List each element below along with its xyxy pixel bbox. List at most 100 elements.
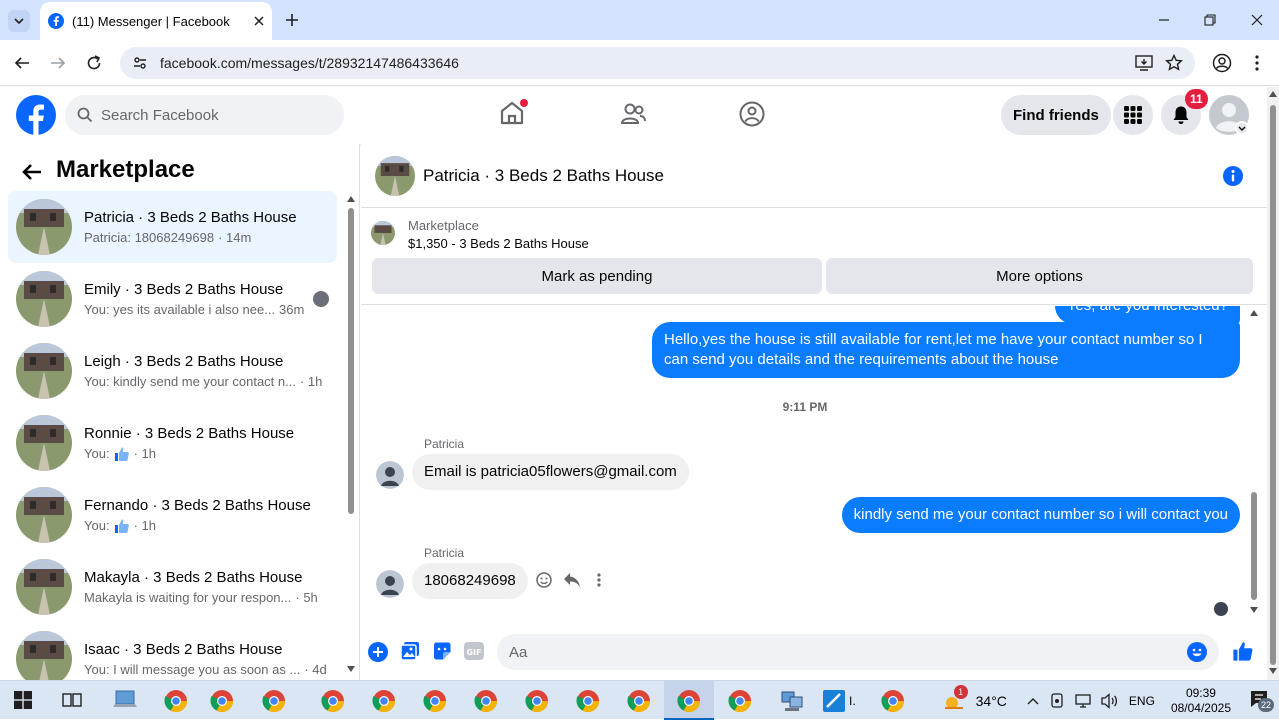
- chrome-taskbar-icon[interactable]: [262, 689, 286, 713]
- profile-icon[interactable]: [1212, 53, 1232, 73]
- chrome-taskbar-icon[interactable]: [627, 689, 651, 713]
- sidebar-scroll-thumb[interactable]: [348, 208, 354, 514]
- chrome-taskbar-icon[interactable]: [474, 689, 498, 713]
- scroll-down-icon[interactable]: [347, 666, 355, 672]
- bookmark-star-icon[interactable]: [1165, 54, 1183, 72]
- notification-center[interactable]: 22: [1249, 689, 1274, 713]
- reply-icon[interactable]: [563, 572, 581, 588]
- scroll-down-icon[interactable]: [1250, 607, 1258, 613]
- chrome-taskbar-icon[interactable]: [164, 689, 188, 713]
- network-app-icon[interactable]: [779, 688, 805, 714]
- chrome-taskbar-icon[interactable]: [525, 689, 549, 713]
- chrome-taskbar-icon[interactable]: [881, 689, 905, 713]
- conversation-item[interactable]: Emily · 3 Beds 2 Baths House You: yes it…: [8, 263, 337, 335]
- search-icon: [77, 107, 93, 123]
- chat-avatar[interactable]: [375, 155, 415, 196]
- scroll-up-icon[interactable]: [347, 196, 355, 202]
- tab-title: (11) Messenger | Facebook: [72, 13, 230, 29]
- message-incoming[interactable]: Email is patricia05flowers@gmail.com: [412, 454, 689, 490]
- find-friends-button[interactable]: Find friends: [1001, 95, 1111, 135]
- conversation-item[interactable]: Fernando · 3 Beds 2 Baths House You: · 1…: [8, 479, 337, 551]
- browser-tab[interactable]: (11) Messenger | Facebook: [40, 2, 272, 40]
- account-button[interactable]: [1209, 95, 1249, 135]
- browser-menu-icon[interactable]: [1254, 53, 1260, 73]
- conversation-item[interactable]: Ronnie · 3 Beds 2 Baths House You: · 1h: [8, 407, 337, 479]
- chrome-taskbar-icon[interactable]: [576, 689, 600, 713]
- mark-pending-button[interactable]: Mark as pending: [372, 258, 822, 294]
- install-app-icon[interactable]: [1135, 55, 1153, 71]
- photo-icon[interactable]: [400, 641, 420, 661]
- tab-search-icon[interactable]: [8, 10, 30, 32]
- emoji-icon[interactable]: [1187, 642, 1207, 662]
- app-label-fragment: I.: [849, 694, 856, 708]
- temperature[interactable]: 34°C: [976, 693, 1007, 709]
- listing-title[interactable]: $1,350 - 3 Beds 2 Baths House: [408, 236, 589, 251]
- chrome-taskbar-icon[interactable]: [677, 689, 701, 713]
- nav-friends[interactable]: [619, 100, 647, 128]
- scroll-down-icon[interactable]: [1269, 668, 1277, 674]
- nav-groups[interactable]: [738, 100, 766, 128]
- search-placeholder: Search Facebook: [101, 106, 219, 124]
- menu-grid-button[interactable]: [1113, 95, 1153, 135]
- chevron-up-icon[interactable]: [1027, 697, 1039, 705]
- meet-now-icon[interactable]: [1049, 692, 1065, 709]
- minimize-icon[interactable]: [1158, 14, 1170, 26]
- volume-icon[interactable]: [1101, 692, 1119, 709]
- message-outgoing[interactable]: Hello,yes the house is still available f…: [652, 322, 1240, 378]
- laptop-app-icon[interactable]: [112, 689, 138, 711]
- house-thumbnail: [16, 487, 72, 543]
- weather-widget[interactable]: 1: [942, 684, 968, 713]
- sender-avatar[interactable]: [376, 461, 404, 489]
- system-tray: 1 34°C ENG 09:39 08/04/2025 22: [942, 681, 1279, 720]
- conversation-name: Leigh · 3 Beds 2 Baths House: [84, 353, 284, 370]
- sender-avatar[interactable]: [376, 570, 404, 598]
- chat-scroll-thumb[interactable]: [1251, 492, 1257, 600]
- back-arrow-icon[interactable]: [22, 163, 42, 181]
- site-info-icon[interactable]: [132, 55, 148, 71]
- chrome-taskbar-icon[interactable]: [210, 689, 234, 713]
- chat-scrollbar[interactable]: [1249, 306, 1259, 616]
- like-thumb-icon[interactable]: [1232, 640, 1254, 662]
- conversation-item[interactable]: Leigh · 3 Beds 2 Baths House You: kindly…: [8, 335, 337, 407]
- gif-icon[interactable]: GIF: [464, 642, 484, 660]
- chrome-taskbar-icon[interactable]: [423, 689, 447, 713]
- windows-start-icon[interactable]: [14, 691, 32, 709]
- facebook-search[interactable]: Search Facebook: [65, 95, 344, 135]
- scroll-up-icon[interactable]: [1269, 91, 1277, 97]
- document-app-icon[interactable]: [822, 689, 846, 713]
- page-scrollbar[interactable]: [1267, 87, 1279, 680]
- reload-icon[interactable]: [86, 55, 102, 71]
- back-arrow-icon[interactable]: [14, 55, 30, 71]
- chrome-taskbar-icon[interactable]: [321, 689, 345, 713]
- message-input[interactable]: Aa: [497, 634, 1219, 670]
- message-outgoing[interactable]: kindly send me your contact number so i …: [841, 497, 1240, 533]
- message-incoming[interactable]: 18068249698: [412, 563, 528, 599]
- nav-home[interactable]: [498, 99, 528, 129]
- page-scroll-thumb[interactable]: [1270, 105, 1276, 665]
- restore-icon[interactable]: [1204, 14, 1216, 26]
- language-indicator[interactable]: ENG: [1129, 694, 1155, 708]
- tab-close-icon[interactable]: [254, 16, 264, 26]
- react-emoji-icon[interactable]: [536, 572, 552, 588]
- address-bar[interactable]: facebook.com/messages/t/2893214748643364…: [120, 47, 1195, 79]
- info-icon[interactable]: [1223, 165, 1243, 186]
- chat-title[interactable]: Patricia · 3 Beds 2 Baths House: [423, 166, 1215, 186]
- new-tab-icon[interactable]: [285, 13, 299, 27]
- task-view-icon[interactable]: [62, 691, 82, 709]
- facebook-logo-icon[interactable]: [16, 95, 56, 135]
- plus-icon[interactable]: [368, 642, 388, 662]
- more-options-button[interactable]: More options: [826, 258, 1253, 294]
- network-icon[interactable]: [1075, 693, 1091, 709]
- sticker-icon[interactable]: [432, 641, 452, 661]
- sidebar-scrollbar[interactable]: [346, 194, 356, 674]
- conversation-item[interactable]: Patricia · 3 Beds 2 Baths House Patricia…: [8, 191, 337, 263]
- more-actions-icon[interactable]: [596, 572, 602, 588]
- scroll-up-icon[interactable]: [1250, 310, 1258, 316]
- grid-icon: [1124, 106, 1142, 124]
- conversation-item[interactable]: Makayla · 3 Beds 2 Baths House Makayla i…: [8, 551, 337, 623]
- forward-arrow-icon[interactable]: [50, 55, 66, 71]
- chrome-taskbar-icon[interactable]: [728, 689, 752, 713]
- window-close-icon[interactable]: [1251, 14, 1263, 26]
- chrome-taskbar-icon[interactable]: [372, 689, 396, 713]
- clock[interactable]: 09:39 08/04/2025: [1171, 686, 1231, 716]
